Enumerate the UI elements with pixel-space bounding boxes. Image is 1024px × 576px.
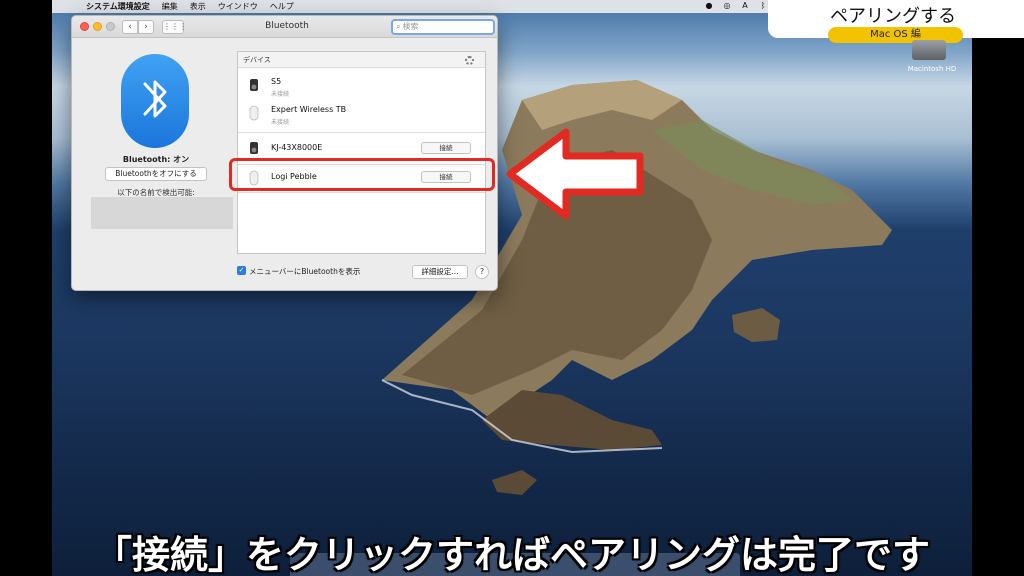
menu-view[interactable]: 表示 bbox=[190, 0, 206, 13]
menu-help[interactable]: ヘルプ bbox=[270, 0, 294, 13]
bluetooth-window: ‹ › ⋮⋮⋮ Bluetooth ⌕ 検索 Bluetooth: オン Blue… bbox=[71, 15, 498, 291]
hard-drive-label: Macintosh HD bbox=[907, 65, 957, 73]
search-icon: ⌕ bbox=[396, 22, 401, 31]
device-row-expert-wireless[interactable]: Expert Wireless TB 未接続 bbox=[238, 100, 485, 128]
chevron-left-icon: ‹ bbox=[128, 22, 132, 32]
menu-window[interactable]: ウインドウ bbox=[218, 0, 258, 13]
highlight-box bbox=[229, 158, 495, 191]
search-placeholder: 検索 bbox=[402, 22, 419, 31]
forward-button[interactable]: › bbox=[138, 20, 154, 34]
device-list-header: デバイス bbox=[238, 52, 485, 68]
back-button[interactable]: ‹ bbox=[122, 20, 138, 34]
advanced-button[interactable]: 詳細設定... bbox=[412, 265, 468, 279]
show-in-menubar-label: メニューバーにBluetoothを表示 bbox=[249, 267, 361, 276]
bluetooth-icon bbox=[121, 54, 189, 148]
pointer-arrow-icon bbox=[506, 128, 644, 220]
hard-drive-icon[interactable] bbox=[912, 40, 946, 60]
list-separator bbox=[238, 132, 485, 133]
zoom-button[interactable] bbox=[106, 22, 115, 31]
status-sync-icon[interactable]: ◎ bbox=[722, 1, 732, 11]
discoverable-name-box bbox=[91, 197, 233, 229]
speaker-icon bbox=[250, 79, 258, 91]
show-all-button[interactable]: ⋮⋮⋮ bbox=[162, 20, 187, 34]
bluetooth-off-button[interactable]: Bluetoothをオフにする bbox=[105, 167, 207, 181]
device-name: Expert Wireless TB bbox=[271, 105, 347, 114]
connect-button-kj43[interactable]: 接続 bbox=[421, 142, 471, 154]
screen: システム環境設定 編集 表示 ウインドウ ヘルプ ● ◎ A ᛒ ◐ ペアリング… bbox=[0, 0, 1024, 576]
bluetooth-status-icon[interactable]: ᛒ bbox=[758, 1, 768, 11]
input-source-icon[interactable]: A bbox=[740, 1, 750, 11]
bluetooth-status: Bluetooth: オン bbox=[122, 155, 190, 164]
mouse-icon bbox=[249, 105, 259, 121]
grid-icon: ⋮⋮⋮ bbox=[163, 22, 187, 31]
menu-edit[interactable]: 編集 bbox=[162, 0, 178, 13]
device-status: 未接続 bbox=[271, 119, 290, 126]
device-row-s5[interactable]: S5 未接続 bbox=[238, 72, 485, 100]
device-row-kj43[interactable]: KJ-43X8000E 接続 bbox=[238, 138, 485, 160]
apple-menu-icon[interactable] bbox=[64, 2, 78, 12]
device-name: KJ-43X8000E bbox=[271, 143, 323, 152]
status-app-icon[interactable]: ● bbox=[704, 1, 714, 11]
device-status: 未接続 bbox=[271, 91, 290, 98]
list-separator bbox=[238, 192, 485, 193]
menu-app-name[interactable]: システム環境設定 bbox=[86, 0, 150, 13]
device-name: S5 bbox=[271, 77, 282, 86]
device-list[interactable]: デバイス S5 未接続 Expert Wireless TB 未接続 KJ-43… bbox=[237, 51, 486, 254]
video-caption: 「接続」をクリックすればペアリングは完了です bbox=[93, 533, 930, 576]
window-title: Bluetooth bbox=[265, 21, 309, 31]
search-input[interactable]: ⌕ 検索 bbox=[391, 19, 495, 35]
show-in-menubar-checkbox[interactable]: ✓ bbox=[237, 266, 246, 275]
loading-spinner-icon bbox=[465, 56, 474, 65]
video-title: ペアリングする bbox=[830, 6, 956, 27]
speaker-icon bbox=[250, 142, 258, 154]
close-button[interactable] bbox=[80, 22, 89, 31]
chevron-right-icon: › bbox=[144, 22, 148, 32]
help-button[interactable]: ? bbox=[475, 265, 489, 279]
window-titlebar[interactable]: ‹ › ⋮⋮⋮ Bluetooth ⌕ 検索 bbox=[72, 16, 497, 38]
minimize-button[interactable] bbox=[93, 22, 102, 31]
